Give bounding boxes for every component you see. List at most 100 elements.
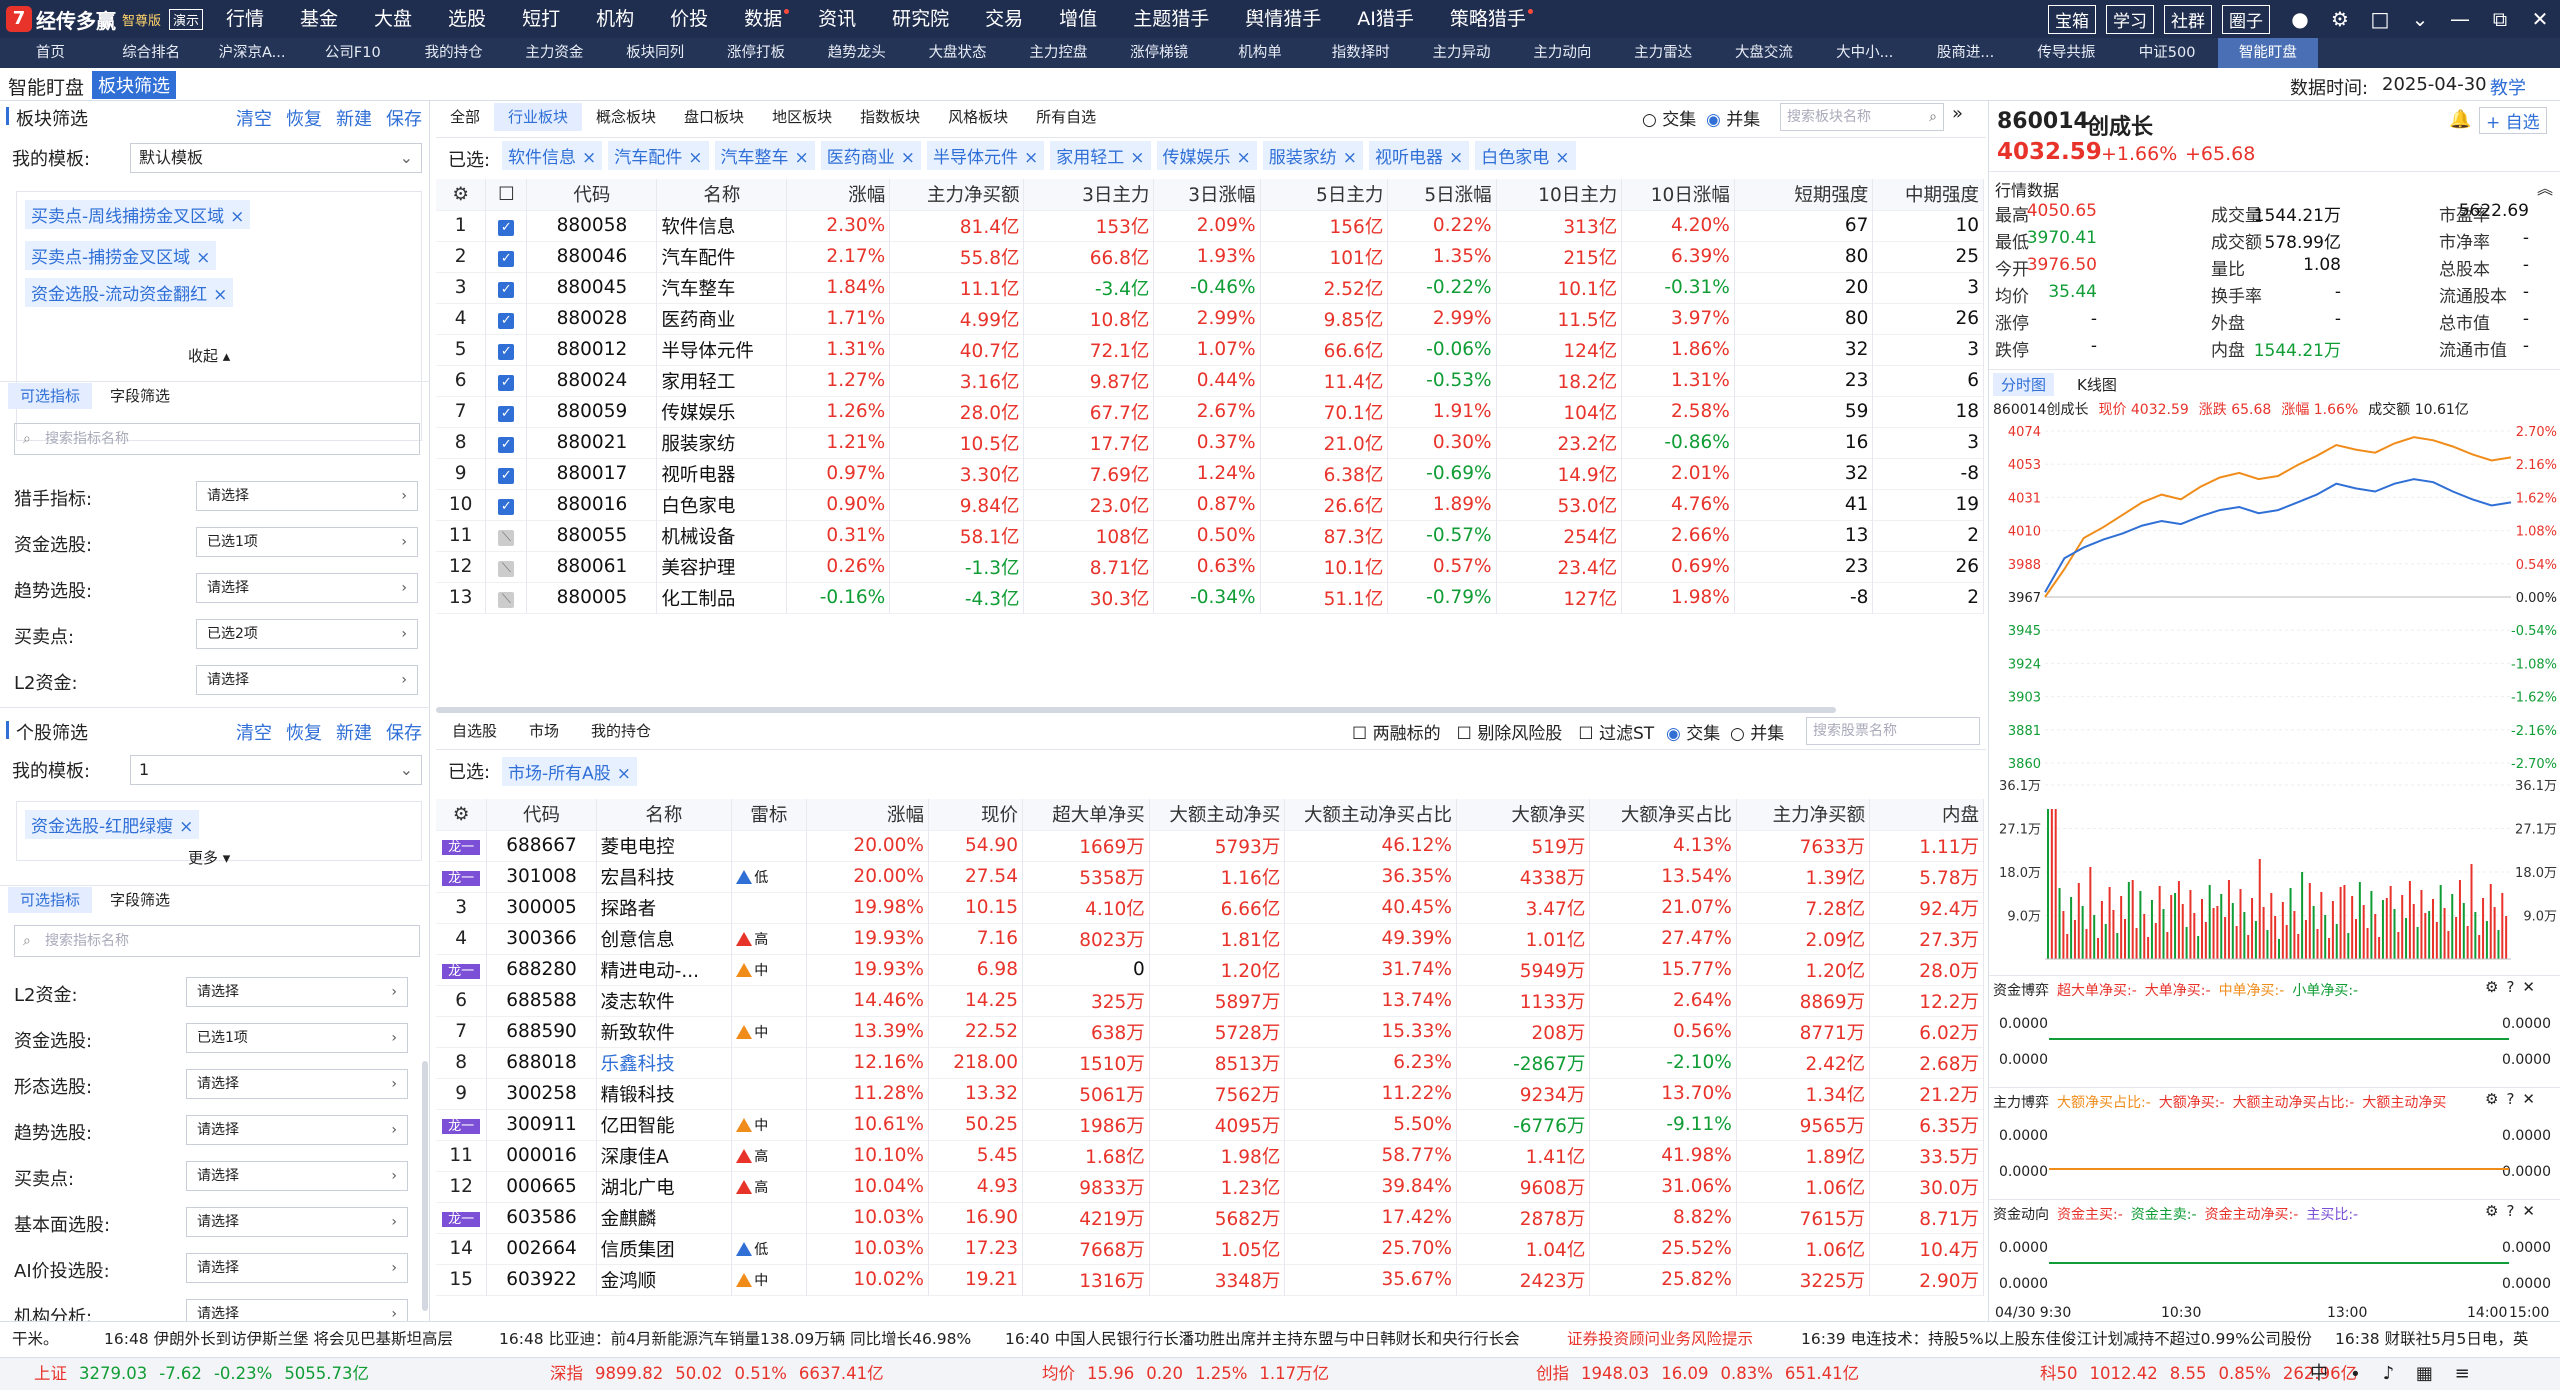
menu-item[interactable]: 大盘 (374, 0, 412, 38)
table-row[interactable]: 12 ⟍ 880061 美容护理 0.26% -1.3亿 8.71亿 0.63% 10.1亿 0.… (436, 551, 1984, 582)
top-button-circle[interactable]: 圈子 (2222, 4, 2270, 34)
table-row[interactable]: 龙一 300911 亿田智能中 10.61% 50.25 1986万 4095万 5.50% -… (436, 1109, 1984, 1140)
stock-indicator-search-input[interactable]: ⌕ 搜索指标名称 (14, 925, 420, 957)
tab-item[interactable]: 主力控盘 (1008, 38, 1109, 68)
chevron-up-icon[interactable]: ︽ (2537, 175, 2553, 199)
top-button-community[interactable]: 社群 (2164, 4, 2212, 34)
index-quote[interactable]: 上证 3279.03 -7.62 -0.23% 5055.73亿 (34, 1358, 369, 1389)
tab-item[interactable]: 板块同列 (605, 38, 706, 68)
row-checkbox[interactable]: ✓ (485, 458, 528, 489)
menu-item[interactable]: 数据 (744, 0, 790, 38)
column-header[interactable]: 涨幅 (786, 179, 891, 210)
table-row[interactable]: 12 000665 湖北广电高 10.04% 4.93 9833万 1.23亿 39.84% 9… (436, 1171, 1984, 1202)
sector-search-input[interactable]: 搜索板块名称 ⌕ (1780, 103, 1944, 131)
tab-item[interactable]: 沪深京A... (202, 38, 303, 68)
sector-selected-tag[interactable]: 半导体元件 × (927, 141, 1045, 170)
menu-item[interactable]: 研究院 (892, 0, 949, 38)
menu-item[interactable]: 增值 (1059, 0, 1097, 38)
table-row[interactable]: 7 688590 新致软件中 13.39% 22.52 638万 5728万 15.33% 20… (436, 1016, 1984, 1047)
column-header[interactable]: 5日涨幅 (1387, 179, 1497, 210)
column-header[interactable]: 内盘 (1869, 799, 1984, 830)
stock-name[interactable]: 创意信息 (596, 923, 733, 954)
ticker-item[interactable]: 16:40 中国人民银行行长潘功胜出席并主持东盟与中日韩财长和央行行长会 (1005, 1322, 1520, 1356)
settings-icon[interactable]: ⚙ (436, 799, 488, 830)
tab-item[interactable]: 我的持仓 (403, 38, 504, 68)
table-row[interactable]: 2 ✓ 880046 汽车配件 2.17% 55.8亿 66.8亿 1.93% 101亿 1.35… (436, 241, 1984, 272)
sector-indicator-search-input[interactable]: ⌕ 搜索指标名称 (14, 423, 420, 455)
column-header[interactable]: 短期强度 (1734, 179, 1874, 210)
more-toggle[interactable]: 更多 ▾ (188, 847, 230, 868)
table-row[interactable]: 14 002664 信质集团低 10.03% 17.23 7668万 1.05亿 25.70%… (436, 1233, 1984, 1264)
stock-name[interactable]: 金鸿顺 (596, 1264, 733, 1295)
tab-item[interactable]: 大中小... (1814, 38, 1915, 68)
tray-icons[interactable]: 中 ∙ ♪ ▦ ≡ (2310, 1358, 2478, 1389)
tab-item[interactable]: 主力异动 (1411, 38, 1512, 68)
sector-tab[interactable]: 地区板块 (758, 103, 846, 131)
filter-picker[interactable]: 请选择 › (196, 573, 418, 603)
menu-item[interactable]: 主题猎手 (1133, 0, 1209, 38)
filter-picker[interactable]: 已选2项 › (196, 619, 418, 649)
ticker-item[interactable]: 干米。 (12, 1322, 59, 1356)
sector-tab[interactable]: 盘口板块 (670, 103, 758, 131)
table-row[interactable]: 3 ✓ 880045 汽车整车 1.84% 11.1亿 -3.4亿 -0.46% 2.52亿 -0… (436, 272, 1984, 303)
filter-picker[interactable]: 请选择 › (186, 1069, 408, 1099)
sector-tab[interactable]: 指数板块 (846, 103, 934, 131)
row-checkbox[interactable]: ✓ (485, 210, 528, 241)
stock-save-link[interactable]: 保存 (386, 719, 422, 745)
column-header[interactable]: 涨幅 (806, 799, 929, 830)
row-checkbox[interactable]: ✓ (485, 489, 528, 520)
filter-picker[interactable]: 已选1项 › (196, 527, 418, 557)
menu-item[interactable]: 机构 (596, 0, 634, 38)
stock-name[interactable]: 凌志软件 (596, 985, 733, 1016)
tab-item[interactable]: 大盘状态 (907, 38, 1008, 68)
stock-search-input[interactable]: 搜索股票名称 (1806, 717, 1980, 745)
sector-selected-tag[interactable]: 服装家纺 × (1262, 141, 1363, 170)
tab-item[interactable]: 综合排名 (101, 38, 202, 68)
table-row[interactable]: 8 688018 乐鑫科技 12.16% 218.00 1510万 8513万 6.23% -2… (436, 1047, 1984, 1078)
sector-save-link[interactable]: 保存 (386, 105, 422, 131)
column-header[interactable]: 超大单净买 (1022, 799, 1150, 830)
menu-item[interactable]: 策略猎手 (1450, 0, 1533, 38)
tab-field-filter[interactable]: 字段筛选 (98, 383, 182, 409)
settings-icon[interactable]: ⚙ (436, 179, 487, 210)
filter-picker[interactable]: 请选择 › (186, 1115, 408, 1145)
column-header[interactable]: 大额净买占比 (1589, 799, 1737, 830)
row-checkbox[interactable]: ✓ (485, 396, 528, 427)
filter-picker[interactable]: 请选择 › (186, 977, 408, 1007)
minimize-icon[interactable]: — (2440, 7, 2480, 31)
column-header[interactable]: 大额主动净买 (1149, 799, 1286, 830)
filter-picker[interactable]: 请选择 › (196, 665, 418, 695)
ticker-item[interactable]: 证券投资顾问业务风险提示 (1567, 1322, 1753, 1356)
top-button-box[interactable]: 宝箱 (2048, 4, 2096, 34)
tab-optional-indicators[interactable]: 可选指标 (8, 383, 93, 409)
stock-tag[interactable]: 资金选股-红肥绿瘦 × (25, 810, 200, 839)
menu-item[interactable]: 交易 (985, 0, 1023, 38)
stock-name[interactable]: 亿田智能 (596, 1109, 733, 1140)
filter-picker[interactable]: 请选择 › (186, 1253, 408, 1283)
close-icon[interactable]: ✕ (2520, 7, 2560, 31)
double-chevron-icon[interactable]: » (1952, 103, 1963, 124)
sector-selected-tag[interactable]: 白色家电 × (1475, 141, 1576, 170)
stock-name[interactable]: 精进电动-... (596, 954, 733, 985)
filter-picker[interactable]: 请选择 › (186, 1161, 408, 1191)
column-header[interactable]: 大额净买 (1456, 799, 1591, 830)
sector-radio-union[interactable]: ◉ 并集 (1706, 105, 1760, 130)
ticker-item[interactable]: 16:38 财联社5月5日电，英 (2335, 1322, 2528, 1356)
filter-picker[interactable]: 请选择 › (186, 1207, 408, 1237)
row-checkbox[interactable]: ✓ (485, 303, 528, 334)
sector-clear-link[interactable]: 清空 (236, 105, 272, 131)
column-header[interactable]: 5日主力 (1260, 179, 1389, 210)
stock-tab[interactable]: 自选股 (436, 717, 513, 745)
stock-name[interactable]: 菱电电控 (596, 830, 733, 861)
sector-tab[interactable]: 所有自选 (1022, 103, 1110, 131)
index-quote[interactable]: 深指 9899.82 50.02 0.51% 6637.41亿 (550, 1358, 884, 1389)
table-row[interactable]: 龙一 688280 精进电动-... 中 19.93% 6.98 0 1.20亿 31.74% 5… (436, 954, 1984, 985)
stock-name[interactable]: 新致软件 (596, 1016, 733, 1047)
teach-link[interactable]: 教学 (2490, 74, 2526, 100)
panel-tools-icon[interactable]: ⚙?✕ (2485, 1090, 2543, 1108)
column-header[interactable]: 代码 (486, 799, 597, 830)
tab-item[interactable]: 中证500 (2117, 38, 2218, 68)
stock-option-checkbox[interactable]: ☐ 两融标的 (1352, 719, 1441, 744)
column-header[interactable]: 主力净买额 (889, 179, 1025, 210)
tab-item[interactable]: 智能盯盘 (2217, 38, 2319, 68)
